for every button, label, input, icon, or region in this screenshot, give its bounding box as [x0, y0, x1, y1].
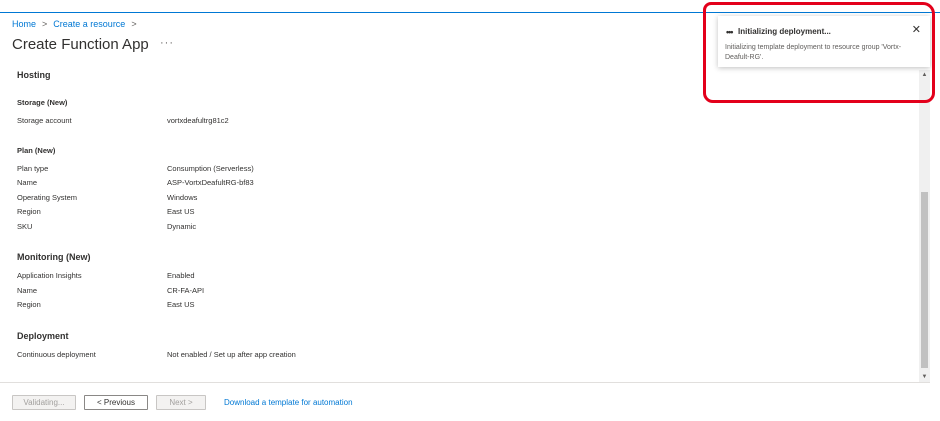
row-value: Not enabled / Set up after app creation	[167, 350, 296, 359]
breadcrumb-separator: >	[131, 19, 137, 29]
row-value: vortxdeafultrg81c2	[167, 116, 229, 125]
section-hosting: Hosting	[17, 70, 51, 80]
section-monitoring: Monitoring (New)	[17, 252, 91, 262]
footer-divider	[0, 382, 930, 383]
breadcrumb: Home > Create a resource >	[12, 19, 137, 29]
page-title: Create Function App	[12, 36, 149, 53]
row-value: ASP-VortxDeafultRG-bf83	[167, 178, 254, 187]
scrollbar-thumb[interactable]	[921, 192, 928, 368]
row-label: SKU	[17, 222, 33, 231]
red-highlight-annotation	[703, 2, 935, 103]
section-plan: Plan (New)	[17, 146, 56, 155]
download-template-link[interactable]: Download a template for automation	[224, 398, 353, 407]
row-label: Name	[17, 178, 38, 187]
validating-button[interactable]: Validating...	[12, 395, 76, 410]
row-label: Storage account	[17, 116, 72, 125]
review-content: Hosting Storage (New) Storage account vo…	[0, 60, 918, 380]
row-label: Region	[17, 300, 41, 309]
vertical-scrollbar[interactable]: ▲ ▼	[919, 70, 930, 382]
breadcrumb-create-resource[interactable]: Create a resource	[53, 19, 125, 29]
row-label: Plan type	[17, 164, 49, 173]
row-label: Region	[17, 207, 41, 216]
breadcrumb-separator: >	[42, 19, 48, 29]
row-value: Dynamic	[167, 222, 197, 231]
row-value: East US	[167, 207, 195, 216]
more-options-icon[interactable]: ···	[160, 37, 174, 49]
row-value: Consumption (Serverless)	[167, 164, 254, 173]
row-label: Continuous deployment	[17, 350, 96, 359]
row-value: Enabled	[167, 271, 195, 280]
row-value: CR-FA-API	[167, 286, 205, 295]
section-deployment: Deployment	[17, 331, 69, 341]
row-label: Application Insights	[17, 271, 82, 280]
footer-actions: Validating... < Previous Next > Download…	[12, 395, 353, 410]
next-button[interactable]: Next >	[156, 395, 206, 410]
row-value: East US	[167, 300, 195, 309]
row-label: Operating System	[17, 193, 78, 202]
breadcrumb-home[interactable]: Home	[12, 19, 36, 29]
section-storage: Storage (New)	[17, 98, 68, 107]
row-value: Windows	[167, 193, 198, 202]
previous-button[interactable]: < Previous	[84, 395, 148, 410]
scroll-down-icon[interactable]: ▼	[919, 372, 930, 382]
row-label: Name	[17, 286, 38, 295]
